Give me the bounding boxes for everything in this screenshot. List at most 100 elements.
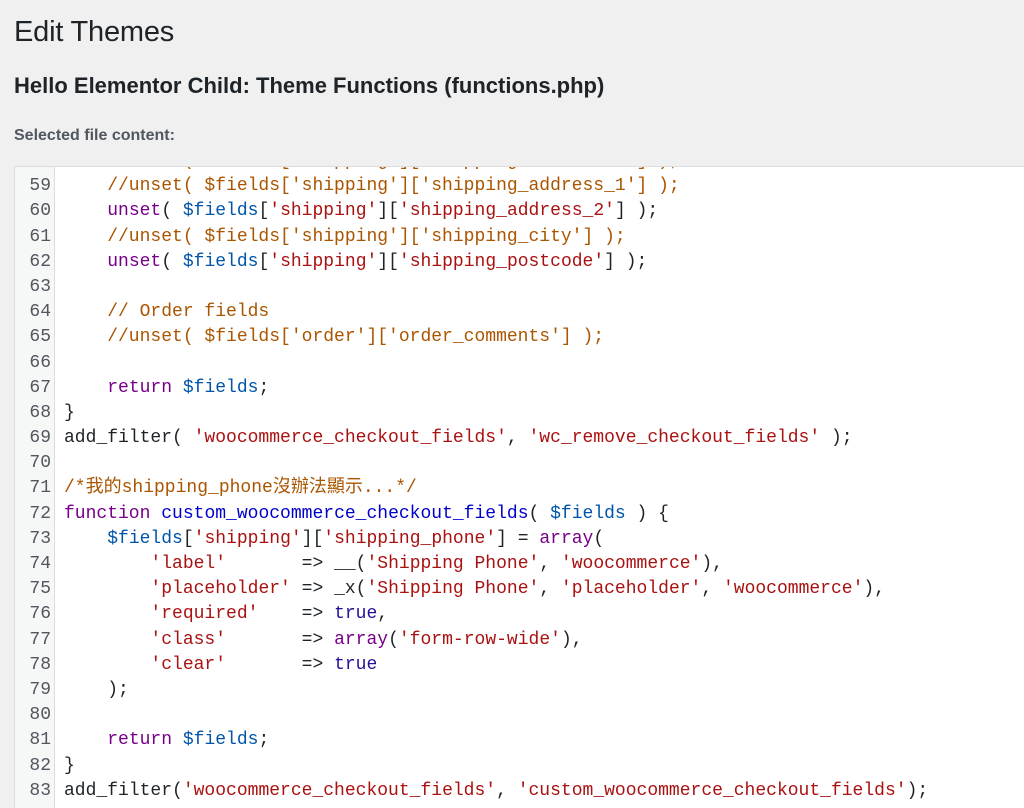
code-token: ; [258,377,270,398]
code-line[interactable]: 81 return $fields; [15,728,1024,753]
code-token: $fields [107,528,183,549]
code-editor[interactable]: 58 //unset( $fields['shipping']['shippin… [14,166,1024,808]
code-token: //unset( $fields['order']['order_comment… [64,327,605,348]
code-token: true [334,604,378,625]
code-text[interactable]: } [64,754,75,779]
file-content-label: Selected file content: [14,127,175,144]
code-token: ), [560,629,583,650]
code-token: 'shipping' [269,251,378,272]
code-token: $fields [182,377,259,398]
code-token: ] ); [604,251,648,272]
line-number: 62 [29,251,51,272]
code-text[interactable]: 'required' => true, [64,602,388,627]
code-token: 'class' [150,629,227,650]
code-text[interactable]: unset( $fields['shipping']['shipping_add… [64,199,658,224]
code-text[interactable]: return $fields; [64,376,269,401]
code-token: ), [701,554,723,574]
code-line[interactable]: 66 [15,351,1024,376]
code-line[interactable]: 68} [15,401,1024,426]
code-line[interactable]: 80 [15,703,1024,728]
line-number: 70 [29,453,51,474]
code-line[interactable]: 82} [15,754,1024,779]
code-token: ); [906,780,929,801]
code-line[interactable]: 60 unset( $fields['shipping']['shipping_… [15,199,1024,224]
line-number: 75 [29,579,51,600]
code-token: 'required' [150,604,259,625]
line-number: 73 [29,528,51,549]
code-text[interactable]: function custom_woocommerce_checkout_fie… [64,502,669,527]
code-line[interactable]: 74 'label' => __('Shipping Phone', 'wooc… [15,552,1024,577]
code-text[interactable]: $fields['shipping']['shipping_phone'] = … [64,527,604,552]
code-token: => [226,629,335,650]
code-text[interactable]: add_filter( 'woocommerce_checkout_fields… [64,426,853,451]
code-line[interactable]: 72 function custom_woocommerce_checkout_f… [15,502,1024,527]
code-text[interactable]: ); [64,678,129,703]
code-line[interactable]: 67 return $fields; [15,376,1024,401]
code-line[interactable]: 71 /*我的shipping_phone沒辦法顯示...*/ [15,476,1024,501]
code-line[interactable]: 78 'clear' => true [15,653,1024,678]
code-line[interactable]: 61 //unset( $fields['shipping']['shippin… [15,225,1024,250]
line-number: 80 [29,705,51,726]
code-text[interactable]: } [64,401,75,426]
code-line[interactable]: 76 'required' => true, [15,602,1024,627]
code-token: ( [593,528,605,549]
code-text[interactable]: return $fields; [64,728,269,753]
code-line[interactable]: 70 [15,451,1024,476]
code-line[interactable]: 63 [15,275,1024,300]
code-text[interactable]: 'label' => __('Shipping Phone', 'woocomm… [64,552,723,577]
code-text[interactable]: 'clear' => true [64,653,377,678]
code-token: $fields [182,251,259,272]
code-token: ][ [377,251,399,272]
line-number: 69 [29,428,51,449]
code-line[interactable]: 69 add_filter( 'woocommerce_checkout_fiel… [15,426,1024,451]
code-token: [ [258,201,270,222]
code-line[interactable]: 79 ); [15,678,1024,703]
line-number: 81 [29,730,51,751]
code-line[interactable]: 75 'placeholder' => _x('Shipping Phone',… [15,577,1024,602]
line-number: 79 [29,679,51,700]
code-token: 'Shipping Phone' [366,579,540,600]
code-text[interactable]: //unset( $fields['shipping']['shipping_a… [64,174,680,199]
code-token: add_filter( [64,780,183,801]
code-token: => [226,654,335,675]
code-token: ] ); [614,201,659,222]
code-line[interactable]: 64 // Order fields [15,300,1024,325]
code-line[interactable]: 77 'class' => array('form-row-wide'), [15,628,1024,653]
code-line[interactable]: 58 //unset( $fields['shipping']['shippin… [15,167,1024,174]
code-line[interactable]: 59 //unset( $fields['shipping']['shippin… [15,174,1024,199]
code-token: 'shipping_phone' [323,528,497,549]
code-text[interactable]: //unset( $fields['order']['order_comment… [64,325,604,350]
code-text[interactable]: 'class' => array('form-row-wide'), [64,628,583,653]
line-number: 74 [29,554,51,574]
code-text[interactable]: //unset( $fields['shipping']['shipping_c… [64,225,626,250]
line-number: 64 [29,302,51,323]
code-lines[interactable]: 58 //unset( $fields['shipping']['shippin… [15,167,1024,804]
code-token: 'shipping_postcode' [398,251,605,272]
code-text[interactable]: /*我的shipping_phone沒辦法顯示...*/ [64,476,417,501]
code-text[interactable]: add_filter('woocommerce_checkout_fields'… [64,779,928,804]
code-token: ); [820,428,853,449]
code-text[interactable]: 'placeholder' => _x('Shipping Phone', 'p… [64,577,885,602]
code-text[interactable]: unset( $fields['shipping']['shipping_pos… [64,250,647,275]
line-number: 72 [29,503,51,524]
code-line[interactable]: 62 unset( $fields['shipping']['shipping_… [15,250,1024,275]
code-token: 'form-row-wide' [398,629,561,650]
code-token: => [258,604,335,625]
code-token: $fields [550,503,626,524]
code-text[interactable]: //unset( $fields['shipping']['shipping_a… [64,167,680,174]
code-token: array [539,528,594,549]
code-token: return [107,730,173,751]
line-number: 77 [29,629,51,650]
line-number: 71 [29,478,51,499]
code-line[interactable]: 83 add_filter('woocommerce_checkout_field… [15,779,1024,804]
code-line[interactable]: 65 //unset( $fields['order']['order_comm… [15,325,1024,350]
code-token: ( [528,503,551,524]
code-text[interactable]: // Order fields [64,300,269,325]
code-line[interactable]: 73 $fields['shipping']['shipping_phone']… [15,527,1024,552]
